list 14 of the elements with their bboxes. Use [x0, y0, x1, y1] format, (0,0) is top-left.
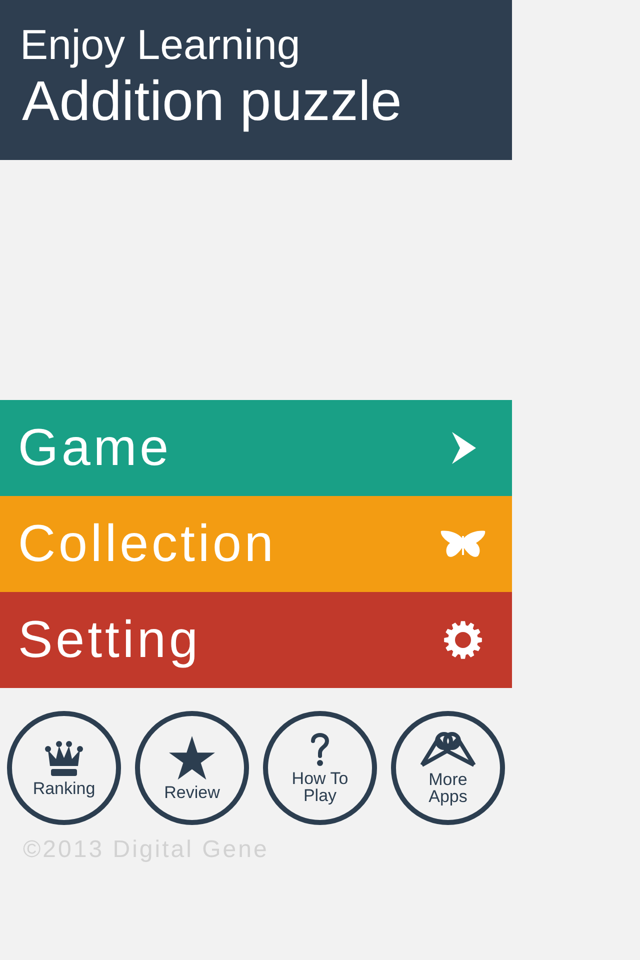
- settings-icon: [444, 621, 482, 659]
- app-title: Addition puzzle: [22, 70, 403, 132]
- menu-item[interactable]: Setting: [0, 592, 512, 688]
- crown-icon: [45, 740, 83, 776]
- round-menu-button[interactable]: Ranking: [7, 711, 121, 825]
- round-menu-button[interactable]: Review: [135, 711, 249, 825]
- app-subtitle: Enjoy Learning: [20, 20, 302, 70]
- star-icon: [169, 736, 215, 780]
- question-mark-icon: [310, 732, 330, 766]
- arrow-icon: [452, 432, 476, 464]
- round-menu-button[interactable]: How To Play: [263, 711, 377, 825]
- butterfly-icon: [440, 529, 486, 559]
- round-menu-button[interactable]: More Apps: [391, 711, 505, 825]
- linked-rings-icon: [420, 731, 476, 767]
